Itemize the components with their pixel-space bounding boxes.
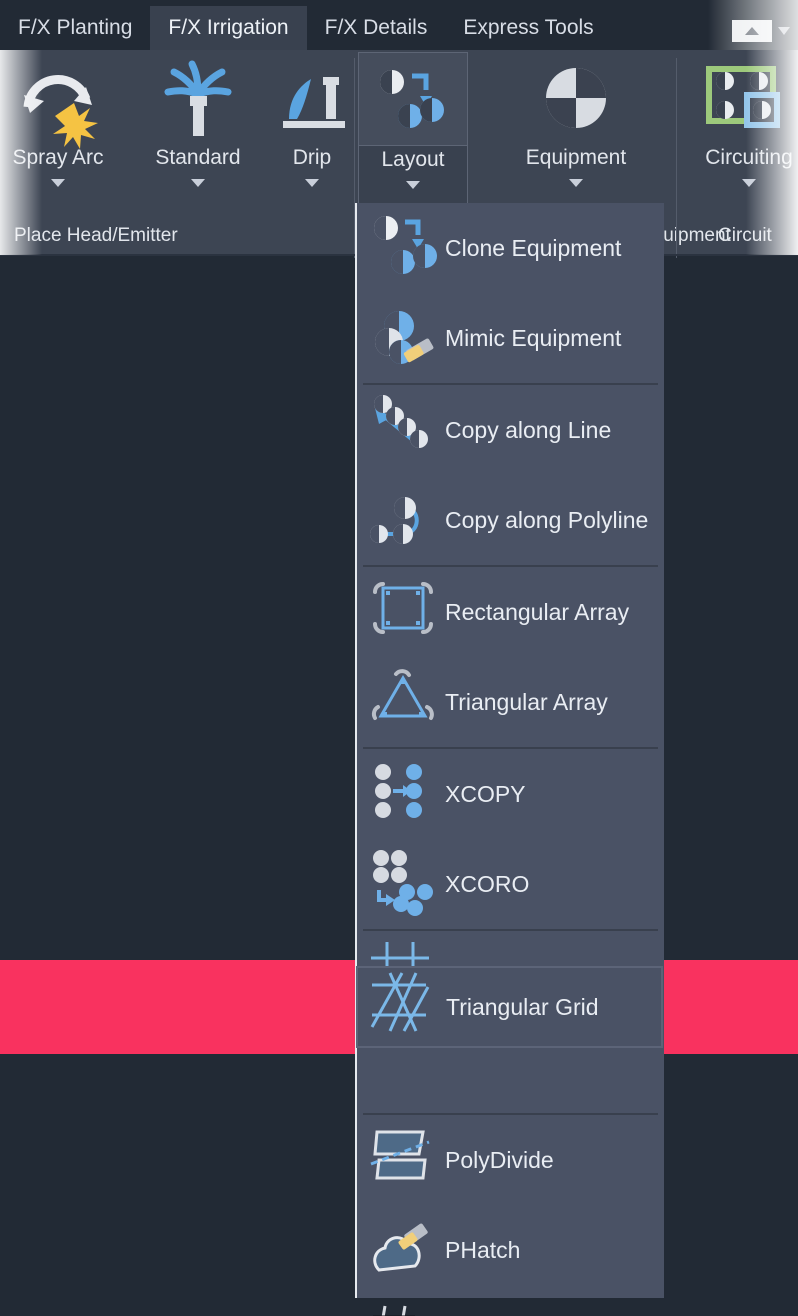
tab-label: F/X Details (324, 16, 428, 39)
chevron-down-icon[interactable] (742, 179, 756, 187)
menu-item-triangular-array[interactable]: Triangular Array (357, 657, 664, 747)
clone-equipment-icon (369, 212, 441, 284)
rectangular-array-icon (369, 576, 441, 648)
copy-along-line-icon (369, 394, 441, 466)
sprinkler-icon (138, 58, 258, 144)
menu-item-triangular-grid[interactable]: Triangular Grid (356, 966, 663, 1048)
chevron-down-icon[interactable] (191, 179, 205, 187)
menu-item-label: PHatch (445, 1236, 521, 1263)
ribbon-button-standard[interactable]: Standard (138, 52, 258, 212)
triangular-grid-icon (370, 971, 442, 1043)
menu-item-polydivide[interactable]: PolyDivide (357, 1115, 664, 1205)
menu-item-label: Triangular Array (445, 688, 608, 715)
xcopy-icon (369, 758, 441, 830)
layout-clone-icon (359, 59, 467, 145)
polydivide-icon (369, 1124, 441, 1196)
ribbon-button-label: Layout (381, 148, 445, 171)
ribbon-tab-bar: F/X Planting F/X Irrigation F/X Details … (0, 0, 798, 50)
menu-item-copy-along-line[interactable]: Copy along Line (357, 385, 664, 475)
menu-item-xcoro[interactable]: XCORO (357, 839, 664, 929)
tab-fx-irrigation[interactable]: F/X Irrigation (150, 6, 307, 50)
menu-item-label: Rectangular Array (445, 598, 630, 625)
menu-item-xcopy[interactable]: XCOPY (357, 749, 664, 839)
ribbon-button-layout[interactable]: Layout (358, 52, 468, 212)
application-window: F/X Planting F/X Irrigation F/X Details … (0, 0, 798, 1316)
menu-item-rectangular-array[interactable]: Rectangular Array (357, 567, 664, 657)
chevron-down-icon[interactable] (778, 27, 790, 35)
ribbon-button-label: Standard (155, 146, 241, 169)
panel-title-circuit: Circuit (718, 225, 772, 246)
mimic-equipment-icon (369, 302, 441, 374)
tab-label: Express Tools (463, 16, 594, 39)
menu-item-label: PolyDivide (445, 1146, 554, 1173)
ribbon-button-label: Circuiting (705, 146, 793, 169)
chevron-down-icon[interactable] (406, 181, 420, 189)
circuiting-icon (684, 58, 798, 144)
copy-along-polyline-icon (369, 484, 441, 556)
ribbon-button-label: Spray Arc (12, 146, 104, 169)
triangle-up-icon (745, 27, 759, 35)
ribbon-display-controls (732, 18, 794, 44)
menu-item-label: Copy along Line (445, 416, 612, 443)
equipment-pie-icon (516, 58, 636, 144)
chevron-down-icon[interactable] (305, 179, 319, 187)
ribbon-button-label: Equipment (525, 146, 627, 169)
tab-express-tools[interactable]: Express Tools (445, 6, 611, 50)
triangular-array-icon (369, 666, 441, 738)
ribbon-button-label: Drip (292, 146, 332, 169)
menu-item-phatch[interactable]: PHatch (357, 1205, 664, 1295)
layout-dropdown-menu: Clone Equipment Mimic Equipment Copy alo… (355, 203, 664, 1316)
xcoro-icon (369, 848, 441, 920)
tab-fx-details[interactable]: F/X Details (307, 6, 446, 50)
menu-item-copy-along-polyline[interactable]: Copy along Polyline (357, 475, 664, 565)
minimize-ribbon-button[interactable] (732, 20, 772, 42)
menu-item-label: Clone Equipment (445, 234, 622, 261)
menu-item-label: XCOPY (445, 780, 526, 807)
ribbon-tabs: F/X Planting F/X Irrigation F/X Details … (0, 6, 612, 50)
ribbon-button-spray-arc[interactable]: Spray Arc (0, 52, 118, 212)
phatch-icon (369, 1214, 441, 1286)
menu-item-chop[interactable]: Chop (357, 1295, 664, 1316)
menu-item-mimic-equipment[interactable]: Mimic Equipment (357, 293, 664, 383)
tab-label: F/X Irrigation (168, 16, 289, 39)
spray-arc-icon (0, 58, 118, 149)
tab-fx-planting[interactable]: F/X Planting (0, 6, 150, 50)
ribbon-button-equipment[interactable]: Equipment (516, 52, 636, 212)
menu-item-label: Triangular Grid (446, 993, 599, 1020)
panel-title-place-head-emitter: Place Head/Emitter (14, 225, 178, 246)
ribbon-button-circuiting[interactable]: Circuiting (684, 52, 798, 212)
menu-item-label: XCORO (445, 870, 530, 897)
menu-item-clone-equipment[interactable]: Clone Equipment (357, 203, 664, 293)
chevron-down-icon[interactable] (51, 179, 65, 187)
tab-label: F/X Planting (18, 16, 133, 39)
chop-icon (369, 1304, 441, 1316)
menu-item-label: Mimic Equipment (445, 324, 622, 351)
chevron-down-icon[interactable] (569, 179, 583, 187)
menu-item-label: Copy along Polyline (445, 506, 649, 533)
